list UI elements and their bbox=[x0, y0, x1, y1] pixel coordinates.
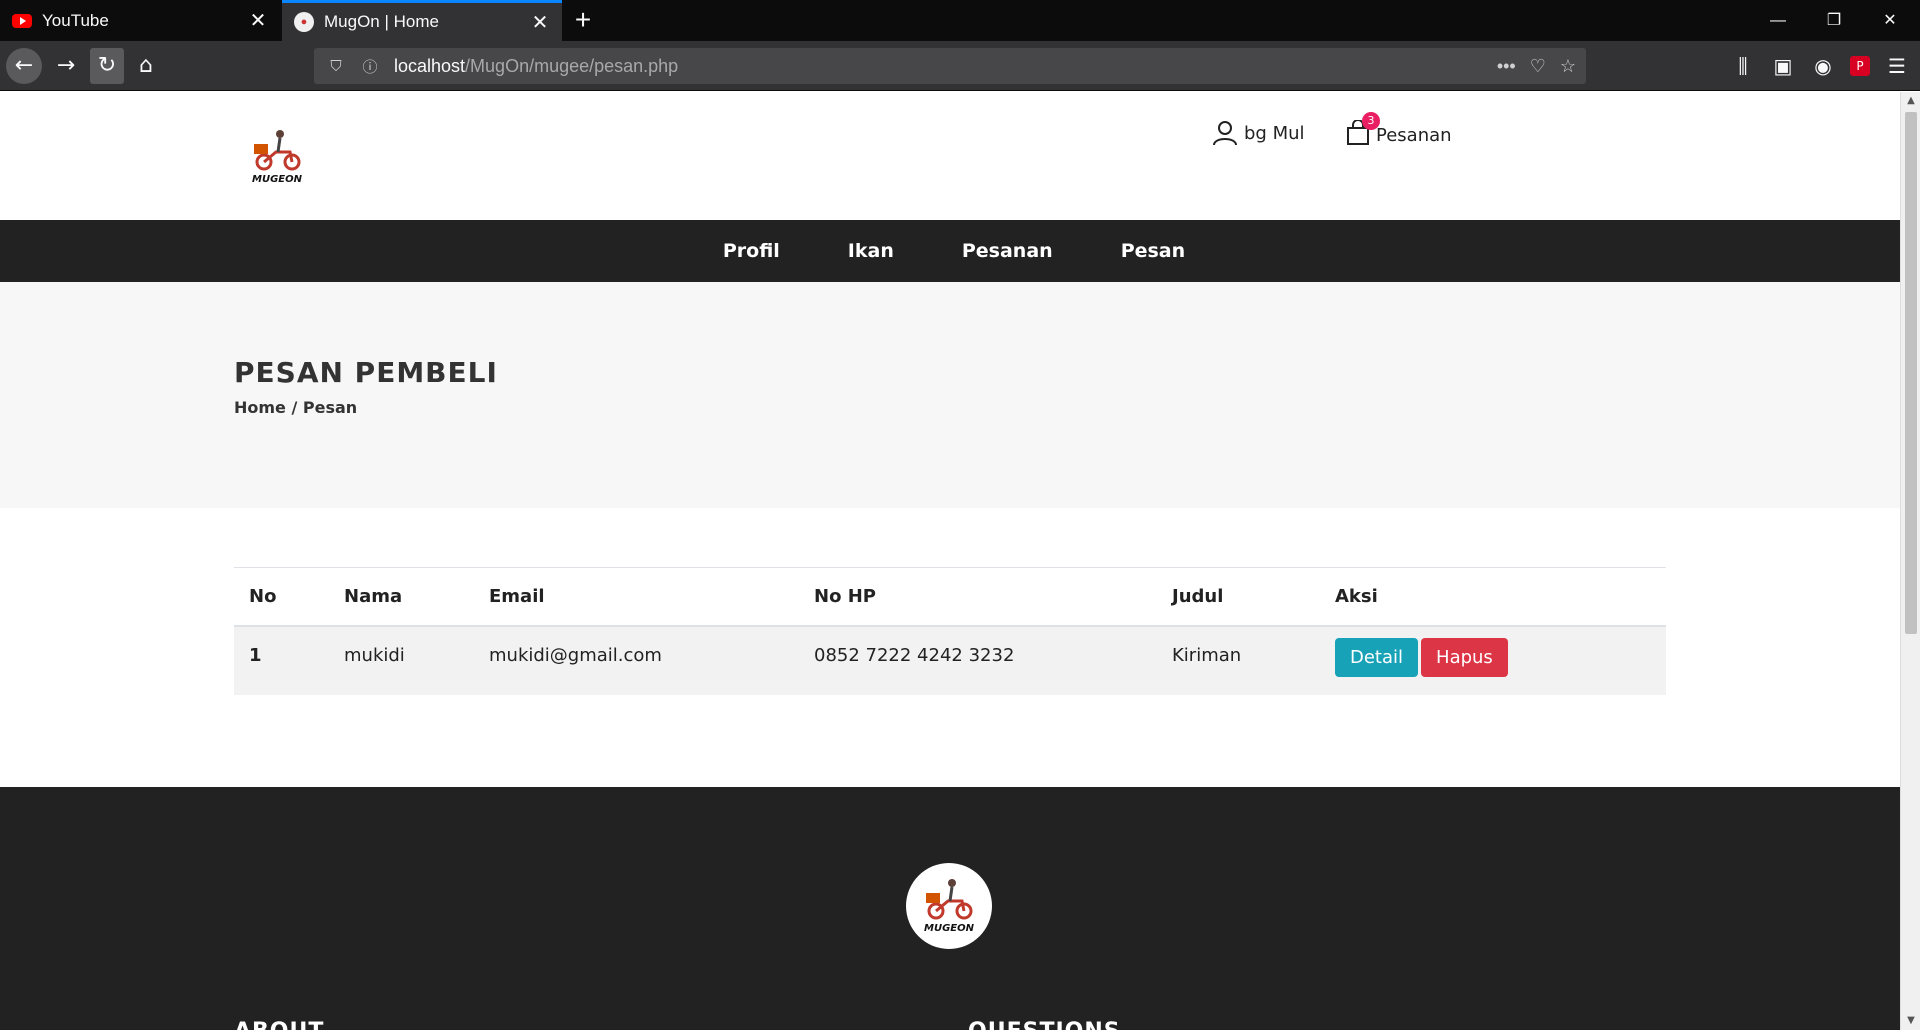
close-icon[interactable]: ✕ bbox=[530, 10, 550, 35]
orders-table: No Nama Email No HP Judul Aksi 1 mukidi … bbox=[234, 567, 1666, 695]
new-tab-button[interactable]: + bbox=[568, 2, 598, 38]
page-title-section: PESAN PEMBELI Home / Pesan bbox=[0, 282, 1900, 508]
delete-button[interactable]: Hapus bbox=[1421, 638, 1508, 677]
column-header-no: No bbox=[234, 567, 329, 627]
footer-logo[interactable]: MUGEON bbox=[906, 863, 992, 949]
cell-email: mukidi@gmail.com bbox=[474, 626, 799, 695]
detail-button[interactable]: Detail bbox=[1335, 638, 1419, 677]
column-header-nama: Nama bbox=[329, 567, 474, 627]
footer-about-heading: ABOUT bbox=[234, 1019, 324, 1030]
pocket-save-icon[interactable]: ♡ bbox=[1530, 56, 1546, 77]
cell-judul: Kiriman bbox=[1157, 626, 1320, 695]
close-window-button[interactable]: ✕ bbox=[1862, 0, 1918, 41]
nav-item-pesanan[interactable]: Pesanan bbox=[962, 240, 1053, 262]
tab-title: MugOn | Home bbox=[324, 12, 439, 31]
table-header-row: No Nama Email No HP Judul Aksi bbox=[234, 567, 1666, 627]
column-header-judul: Judul bbox=[1157, 567, 1320, 627]
web-page: MUGEON bg Mul 3 Pesanan Profil Ikan Pesa… bbox=[0, 92, 1900, 1030]
page-actions-icon[interactable]: ••• bbox=[1497, 56, 1516, 77]
column-header-email: Email bbox=[474, 567, 799, 627]
minimize-button[interactable]: — bbox=[1750, 0, 1806, 41]
site-header: MUGEON bg Mul 3 Pesanan bbox=[0, 92, 1900, 220]
bookmark-star-icon[interactable]: ☆ bbox=[1560, 56, 1576, 77]
account-icon[interactable]: ◉ bbox=[1810, 54, 1836, 78]
cell-no-hp: 0852 7222 4242 3232 bbox=[799, 626, 1157, 695]
scroll-down-arrow-icon[interactable]: ▼ bbox=[1901, 1012, 1920, 1030]
user-icon bbox=[1213, 121, 1237, 146]
url-text[interactable]: localhost/MugOn/mugee/pesan.php bbox=[394, 56, 678, 77]
main-navigation: Profil Ikan Pesanan Pesan bbox=[0, 220, 1900, 282]
column-header-no-hp: No HP bbox=[799, 567, 1157, 627]
cart-count-badge: 3 bbox=[1362, 112, 1380, 130]
tab-title: YouTube bbox=[42, 10, 109, 30]
cart-label[interactable]: Pesanan bbox=[1376, 125, 1452, 146]
browser-tab-bar: YouTube ✕ ● MugOn | Home ✕ + — ❐ ✕ bbox=[0, 0, 1920, 41]
restore-button[interactable]: ❐ bbox=[1806, 0, 1862, 41]
nav-item-pesan[interactable]: Pesan bbox=[1121, 240, 1185, 262]
orders-table-container: No Nama Email No HP Judul Aksi 1 mukidi … bbox=[234, 567, 1666, 695]
cart-link[interactable]: 3 Pesanan bbox=[1346, 112, 1452, 151]
pocket-icon[interactable]: P bbox=[1850, 56, 1870, 76]
back-button[interactable]: ← bbox=[6, 48, 42, 84]
page-title: PESAN PEMBELI bbox=[234, 356, 498, 389]
browser-toolbar: ← → ↻ ⌂ ⛉ ⓘ localhost/MugOn/mugee/pesan.… bbox=[0, 41, 1920, 91]
scroll-up-arrow-icon[interactable]: ▲ bbox=[1901, 92, 1920, 110]
url-bar[interactable]: ⛉ ⓘ localhost/MugOn/mugee/pesan.php ••• … bbox=[314, 48, 1586, 84]
home-button[interactable]: ⌂ bbox=[128, 48, 164, 84]
menu-icon[interactable]: ☰ bbox=[1884, 54, 1910, 78]
nav-item-profil[interactable]: Profil bbox=[723, 240, 780, 262]
scooter-logo-icon: MUGEON bbox=[252, 130, 303, 185]
user-name[interactable]: bg Mul bbox=[1244, 123, 1305, 144]
scooter-logo-icon: MUGEON bbox=[924, 879, 975, 934]
user-account-link[interactable]: bg Mul bbox=[1212, 120, 1305, 146]
reload-button[interactable]: ↻ bbox=[90, 48, 124, 84]
svg-text:MUGEON: MUGEON bbox=[252, 174, 303, 185]
library-icon[interactable]: ⫼ bbox=[1730, 54, 1756, 78]
page-scrollbar[interactable]: ▲ ▼ bbox=[1900, 92, 1920, 1030]
cell-no: 1 bbox=[234, 626, 329, 695]
tab-mugon-home[interactable]: ● MugOn | Home ✕ bbox=[282, 0, 562, 41]
nav-item-ikan[interactable]: Ikan bbox=[848, 240, 894, 262]
tab-youtube[interactable]: YouTube ✕ bbox=[0, 0, 280, 41]
table-row: 1 mukidi mukidi@gmail.com 0852 7222 4242… bbox=[234, 626, 1666, 695]
column-header-aksi: Aksi bbox=[1320, 567, 1666, 627]
forward-button[interactable]: → bbox=[48, 48, 84, 84]
info-icon[interactable]: ⓘ bbox=[358, 56, 382, 77]
footer-questions-heading: QUESTIONS bbox=[968, 1019, 1121, 1030]
cell-aksi: Detail Hapus bbox=[1320, 626, 1666, 695]
svg-text:MUGEON: MUGEON bbox=[924, 923, 975, 934]
site-favicon-icon: ● bbox=[294, 12, 314, 32]
youtube-icon bbox=[12, 13, 32, 28]
site-logo[interactable]: MUGEON bbox=[246, 124, 308, 186]
breadcrumb[interactable]: Home / Pesan bbox=[234, 398, 357, 417]
site-footer: MUGEON ABOUT QUESTIONS bbox=[0, 787, 1900, 1030]
cell-nama: mukidi bbox=[329, 626, 474, 695]
sidebar-icon[interactable]: ▣ bbox=[1770, 54, 1796, 78]
shield-icon[interactable]: ⛉ bbox=[324, 58, 348, 75]
close-icon[interactable]: ✕ bbox=[248, 8, 268, 33]
scroll-thumb[interactable] bbox=[1905, 112, 1917, 634]
